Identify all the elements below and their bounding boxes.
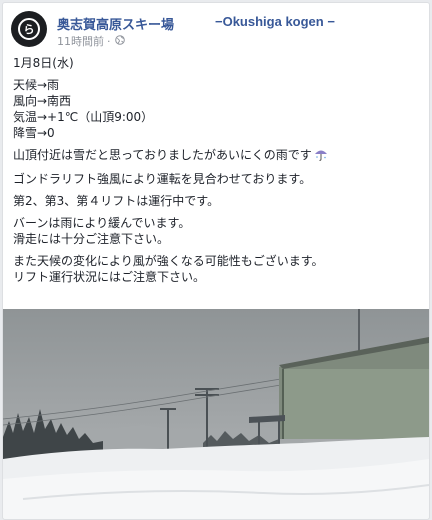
wind-line: また天候の変化により風が強くなる可能性もございます。	[13, 254, 324, 268]
wind-warning: また天候の変化により風が強くなる可能性もございます。 リフト運行状況にはご注意下…	[13, 253, 421, 285]
weather-line: 風向→南西	[13, 94, 72, 108]
page-avatar[interactable]: ら	[11, 11, 47, 47]
rain-notice: 山頂付近は雪だと思っておりましたがあいにくの雨です	[13, 147, 421, 165]
page-logo-icon: ら	[18, 18, 40, 40]
wind-line: リフト運行状況にはご注意下さい。	[13, 270, 206, 284]
weather-line: 天候→雨	[13, 78, 60, 92]
weather-report: 天候→雨 風向→南西 気温→+1℃（山頂9:00） 降雪→0	[13, 77, 421, 141]
page-tagline: −Okushiga kogen −	[215, 14, 335, 29]
slope-line: バーンは雨により緩んでいます。	[13, 216, 191, 230]
slope-line: 滑走には十分ご注意下さい。	[13, 232, 170, 246]
post-body: 1月8日(水) 天候→雨 風向→南西 気温→+1℃（山頂9:00） 降雪→0 山…	[13, 55, 421, 291]
post-meta: 11時間前 ·	[57, 33, 125, 49]
weather-line: 気温→+1℃（山頂9:00）	[13, 110, 154, 124]
post-header: ら 奥志賀高原スキー場 −Okushiga kogen − 11時間前 ·	[11, 11, 421, 51]
slope-condition: バーンは雨により緩んでいます。 滑走には十分ご注意下さい。	[13, 215, 421, 247]
rain-notice-text: 山頂付近は雪だと思っておりましたがあいにくの雨です	[13, 148, 312, 162]
post-card: ら 奥志賀高原スキー場 −Okushiga kogen − 11時間前 · 1月…	[2, 2, 430, 520]
umbrella-icon	[314, 148, 328, 165]
meta-separator: ·	[107, 34, 111, 48]
post-photo[interactable]	[3, 309, 429, 519]
gondola-notice: ゴンドラリフト強風により運転を見合わせております。	[13, 172, 312, 186]
lift-status: 第2、第3、第４リフトは運行中です。	[13, 194, 220, 208]
globe-icon[interactable]	[114, 34, 125, 48]
post-timestamp[interactable]: 11時間前	[57, 33, 104, 49]
post-date: 1月8日(水)	[13, 56, 74, 70]
weather-line: 降雪→0	[13, 126, 55, 140]
page-name-link[interactable]: 奥志賀高原スキー場	[57, 14, 174, 33]
